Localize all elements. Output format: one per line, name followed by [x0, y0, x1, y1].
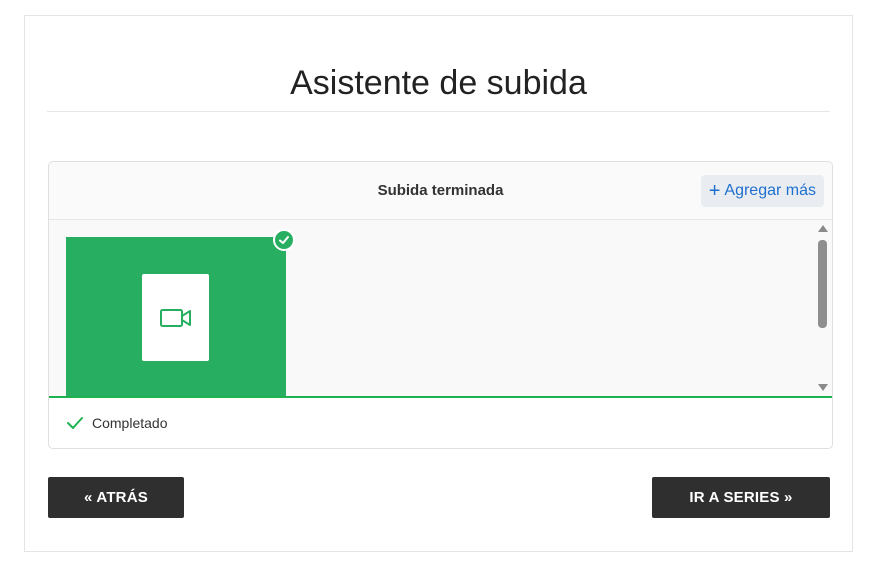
- file-preview: [142, 274, 209, 361]
- add-more-button[interactable]: + Agregar más: [700, 175, 824, 207]
- file-item[interactable]: [66, 237, 286, 396]
- uploader-dashboard: Subida terminada + Agregar más Completad…: [48, 161, 833, 449]
- title-divider: [47, 111, 830, 112]
- upload-complete-check-icon: [273, 229, 295, 251]
- files-list: [49, 220, 832, 396]
- page-title: Asistente de subida: [290, 64, 587, 102]
- add-more-label: Agregar más: [724, 182, 816, 199]
- go-to-series-button[interactable]: IR A SERIES »: [652, 477, 830, 518]
- back-button[interactable]: « ATRÁS: [48, 477, 184, 518]
- status-bar: Completado: [49, 398, 832, 448]
- status-text: Completado: [92, 415, 168, 431]
- scroll-down-arrow-icon[interactable]: [818, 384, 828, 391]
- files-scrollbar[interactable]: [815, 220, 829, 396]
- video-camera-icon: [159, 308, 191, 327]
- upload-wizard-card: Asistente de subida Subida terminada + A…: [24, 15, 853, 552]
- plus-icon: +: [708, 180, 721, 202]
- scroll-thumb[interactable]: [818, 240, 827, 328]
- checkmark-icon: [66, 414, 84, 432]
- scroll-up-arrow-icon[interactable]: [818, 225, 828, 232]
- uploader-header: Subida terminada + Agregar más: [49, 162, 832, 220]
